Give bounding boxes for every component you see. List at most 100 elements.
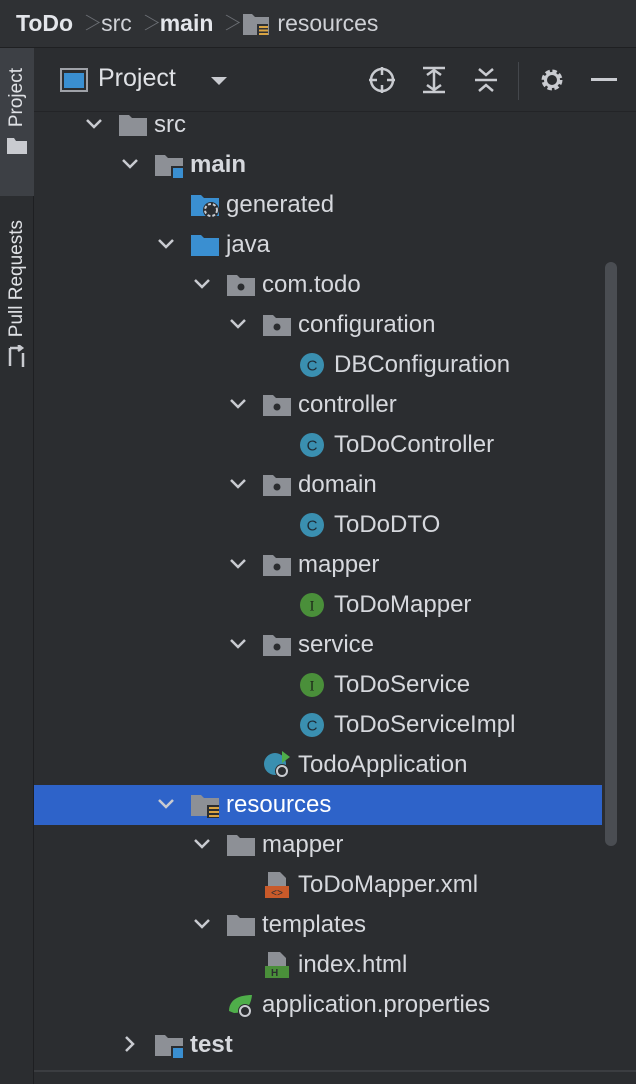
tree-row[interactable]: templates [34, 905, 602, 945]
collapse-toggle[interactable] [224, 549, 252, 579]
tree-row[interactable]: mapper [34, 545, 602, 585]
tree-row[interactable]: configuration [34, 305, 602, 345]
collapse-toggle[interactable] [224, 469, 252, 499]
tree-item-label: com.todo [262, 271, 361, 298]
locate-file-button[interactable] [364, 62, 400, 98]
tab-project[interactable]: Project [0, 48, 34, 196]
tree-item-label: src [154, 111, 186, 138]
breadcrumb-item-src[interactable]: src [101, 10, 132, 37]
tree-row[interactable]: service [34, 625, 602, 665]
breadcrumb-separator-icon [213, 7, 241, 41]
tree-row[interactable]: C ToDoController [34, 425, 602, 465]
package-icon [262, 391, 292, 419]
expand-toggle[interactable] [116, 1029, 144, 1059]
chevron-down-icon [230, 319, 246, 329]
tab-pull-requests[interactable]: Pull Requests [0, 208, 34, 398]
breadcrumb-separator-icon [73, 7, 101, 41]
tree-item-label: mapper [298, 551, 380, 578]
tree-row[interactable]: test [34, 1025, 602, 1065]
tree-item-label: configuration [298, 311, 436, 338]
settings-button[interactable] [534, 62, 570, 98]
tree-row[interactable]: com.todo [34, 265, 602, 305]
tree-item-label: test [190, 1031, 233, 1058]
resources-folder-icon [190, 791, 220, 819]
folder-icon [226, 911, 256, 939]
tree-row[interactable]: mapper [34, 825, 602, 865]
hide-panel-button[interactable] [586, 62, 622, 98]
tree-row[interactable]: src [34, 105, 602, 145]
chevron-down-icon[interactable] [210, 76, 228, 86]
chevron-down-icon [194, 279, 210, 289]
tree-item-label: java [226, 231, 271, 258]
svg-text:H: H [271, 968, 278, 979]
collapse-toggle[interactable] [188, 909, 216, 939]
tree-row[interactable]: Hindex.html [34, 945, 602, 985]
tree-row[interactable]: java [34, 225, 602, 265]
expand-all-button[interactable] [416, 62, 452, 98]
collapse-toggle[interactable] [152, 789, 180, 819]
package-icon [226, 271, 256, 299]
blue-folder-icon [190, 231, 220, 259]
tree-row[interactable]: generated [34, 185, 602, 225]
tree-row[interactable]: resources [34, 785, 602, 825]
tree-row[interactable]: controller [34, 385, 602, 425]
properties-file-icon [226, 991, 256, 1019]
tree-item-label: mapper [262, 831, 344, 858]
pull-request-icon [8, 345, 25, 368]
source-root-folder-icon [154, 151, 184, 179]
collapse-toggle[interactable] [224, 629, 252, 659]
folder-icon [118, 111, 148, 139]
chevron-down-icon [158, 239, 174, 249]
collapse-toggle[interactable] [116, 149, 144, 179]
crosshair-icon [369, 67, 395, 93]
tree-item-label: ToDoServiceImpl [334, 711, 516, 738]
tree-row[interactable]: main [34, 145, 602, 185]
collapse-toggle[interactable] [152, 229, 180, 259]
tree-row[interactable]: TodoApplication [34, 745, 602, 785]
tree-item-label: index.html [298, 951, 408, 978]
collapse-toggle[interactable] [188, 829, 216, 859]
tab-pull-requests-label: Pull Requests [6, 220, 27, 338]
chevron-down-icon [230, 639, 246, 649]
collapse-all-button[interactable] [468, 62, 504, 98]
spring-boot-app-icon [262, 751, 292, 779]
resources-folder-icon [243, 13, 270, 35]
package-icon [262, 631, 292, 659]
xml-file-icon: <> [262, 871, 292, 900]
breadcrumb-item-resources[interactable]: resources [241, 10, 378, 37]
svg-text:C: C [307, 358, 318, 375]
tree-item-label: ToDoDTO [334, 511, 441, 538]
tree-row[interactable]: I ToDoService [34, 665, 602, 705]
chevron-down-icon [86, 119, 102, 129]
tree-item-label: DBConfiguration [334, 351, 511, 378]
breadcrumb-item-main[interactable]: main [160, 10, 214, 37]
svg-text:C: C [307, 718, 318, 735]
panel-title[interactable]: Project [98, 64, 176, 93]
collapse-toggle[interactable] [224, 309, 252, 339]
tree-row[interactable]: <> ToDoMapper.xml [34, 865, 602, 905]
collapse-all-icon [475, 68, 497, 92]
tree-row[interactable]: domain [34, 465, 602, 505]
svg-text:I: I [310, 679, 315, 695]
collapse-toggle[interactable] [224, 389, 252, 419]
vertical-scrollbar[interactable] [605, 262, 617, 846]
tree-item-label: application.properties [262, 991, 491, 1018]
generated-folder-icon [190, 191, 220, 219]
breadcrumb: ToDo src main resources [0, 0, 636, 48]
breadcrumb-item-project[interactable]: ToDo [16, 10, 73, 37]
collapse-toggle[interactable] [188, 269, 216, 299]
tree-row[interactable]: C ToDoDTO [34, 505, 602, 545]
collapse-toggle[interactable] [80, 109, 108, 139]
tree-row[interactable]: application.properties [34, 985, 602, 1025]
tab-project-label: Project [6, 68, 27, 128]
chevron-down-icon [194, 919, 210, 929]
project-view-icon [60, 68, 88, 92]
package-icon [262, 471, 292, 499]
folder-icon [226, 831, 256, 859]
svg-text:<>: <> [271, 889, 283, 899]
minimize-icon [591, 78, 617, 81]
html-file-icon: H [262, 951, 292, 979]
tree-row[interactable]: C DBConfiguration [34, 345, 602, 385]
tree-row[interactable]: I ToDoMapper [34, 585, 602, 625]
tree-row[interactable]: C ToDoServiceImpl [34, 705, 602, 745]
